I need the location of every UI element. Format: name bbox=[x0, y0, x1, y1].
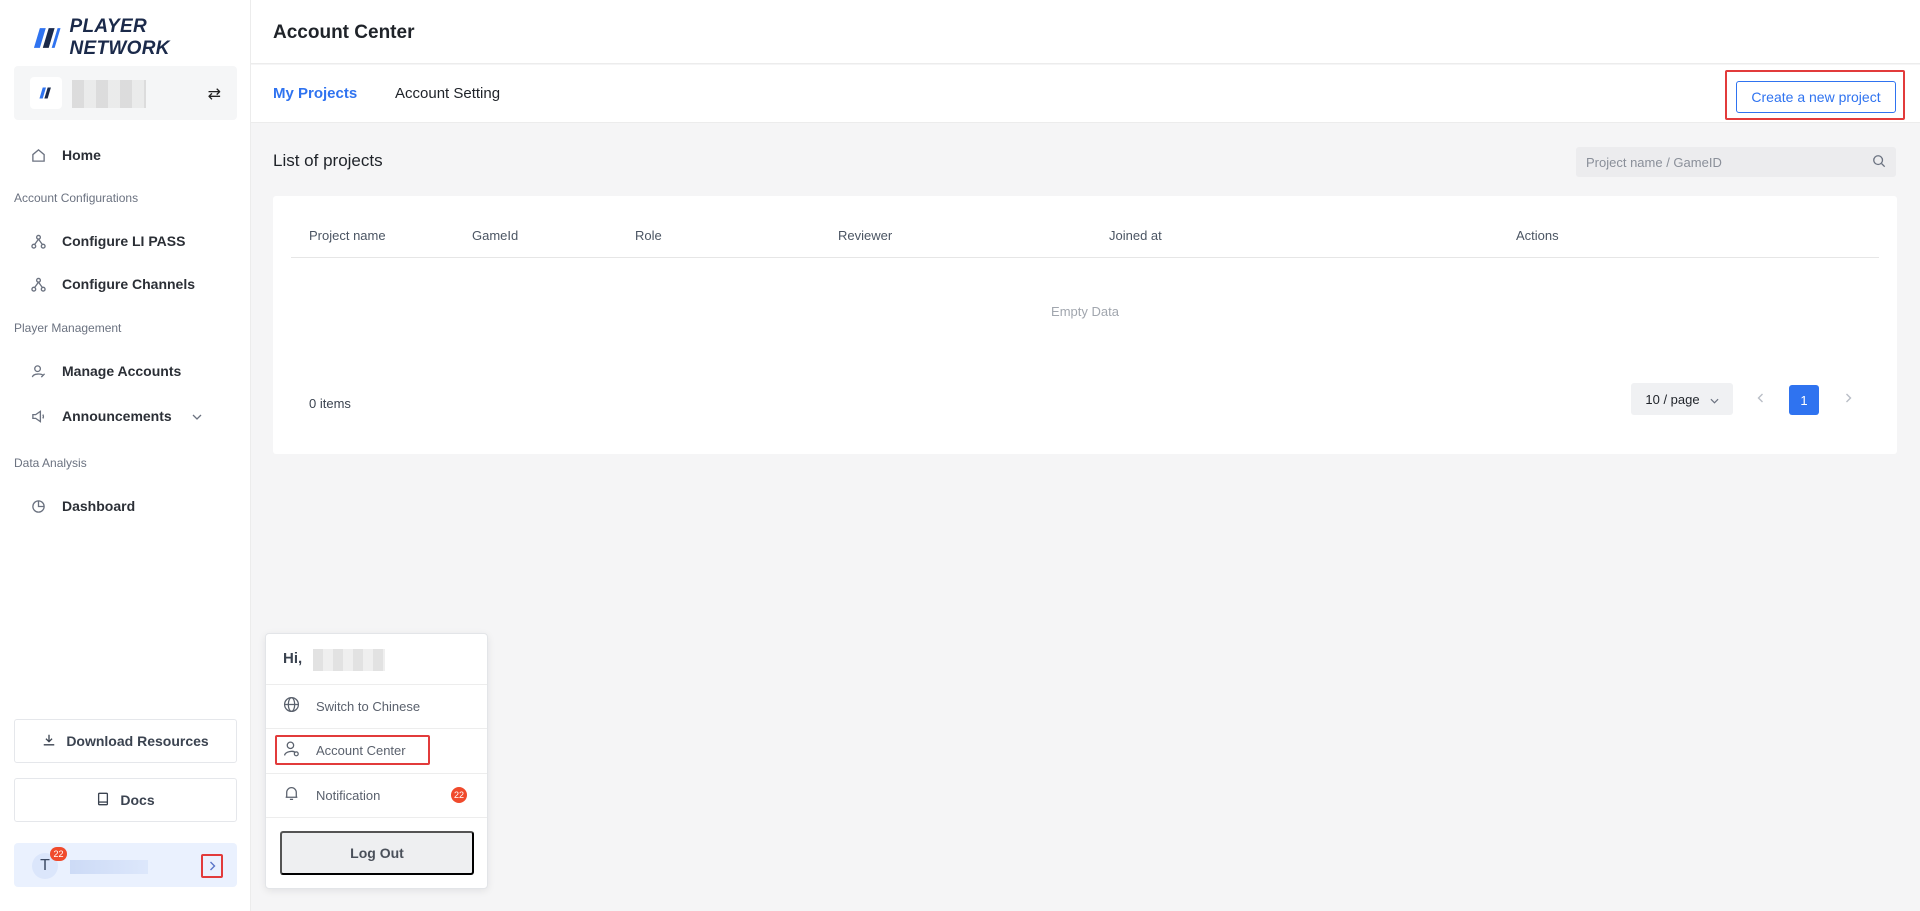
user-settings-icon bbox=[283, 740, 300, 760]
sidebar-item-configure-channels[interactable]: Configure Channels bbox=[30, 276, 195, 292]
brand-name: PLAYER NETWORK bbox=[69, 16, 170, 59]
user-edit-icon bbox=[30, 363, 46, 379]
column-header: GameId bbox=[472, 228, 519, 243]
page-header: Account Center bbox=[251, 0, 1920, 64]
speaker-icon bbox=[30, 408, 46, 424]
sidebar-item-label: Home bbox=[62, 147, 101, 163]
list-title: List of projects bbox=[273, 151, 383, 170]
log-out-button[interactable]: Log Out bbox=[280, 831, 474, 875]
user-name-masked bbox=[313, 649, 385, 671]
divider bbox=[266, 773, 487, 774]
notification-badge: 22 bbox=[451, 787, 467, 803]
user-menu-popup: Hi, Switch to Chinese Account Center Not… bbox=[265, 633, 488, 889]
sidebar-item-label: Announcements bbox=[62, 408, 172, 424]
sidebar-item-home[interactable]: Home bbox=[30, 147, 101, 163]
chevron-down-icon bbox=[192, 409, 202, 423]
prev-page-icon[interactable] bbox=[1757, 391, 1764, 406]
project-search[interactable] bbox=[1576, 147, 1896, 177]
create-new-project-button[interactable]: Create a new project bbox=[1736, 81, 1896, 113]
empty-state: Empty Data bbox=[1051, 304, 1119, 319]
player-network-logo-icon bbox=[33, 28, 61, 48]
divider bbox=[266, 728, 487, 729]
tabs-bar: My Projects Account Setting Create a new… bbox=[251, 65, 1920, 123]
book-icon bbox=[96, 792, 110, 809]
chevron-down-icon bbox=[1710, 392, 1719, 407]
sidebar-section-player-management: Player Management bbox=[14, 321, 122, 335]
divider bbox=[266, 684, 487, 685]
account-switcher[interactable]: ⇄ bbox=[14, 66, 237, 120]
column-header: Joined at bbox=[1109, 228, 1162, 243]
chevron-right-icon[interactable] bbox=[201, 854, 223, 878]
sidebar-item-announcements[interactable]: Announcements bbox=[30, 408, 222, 424]
sidebar-item-dashboard[interactable]: Dashboard bbox=[30, 498, 135, 514]
column-header: Reviewer bbox=[838, 228, 893, 243]
tab-my-projects[interactable]: My Projects bbox=[273, 85, 357, 102]
table-header: Project name GameId Role Reviewer Joined… bbox=[291, 196, 1879, 258]
search-input[interactable] bbox=[1576, 147, 1856, 177]
download-resources-button[interactable]: Download Resources bbox=[14, 719, 237, 763]
sidebar: PLAYER NETWORK ⇄ Home Account Configurat… bbox=[0, 0, 251, 911]
switch-language-label: Switch to Chinese bbox=[316, 698, 421, 714]
sidebar-item-label: Configure LI PASS bbox=[62, 233, 186, 249]
user-menu-trigger[interactable]: T 22 bbox=[14, 843, 237, 887]
account-logo-icon bbox=[30, 77, 62, 109]
sidebar-item-manage-accounts[interactable]: Manage Accounts bbox=[30, 363, 181, 379]
greeting: Hi, bbox=[283, 650, 303, 667]
account-name-masked bbox=[72, 80, 146, 108]
home-icon bbox=[30, 147, 46, 163]
notification-item[interactable]: Notification bbox=[283, 785, 380, 805]
column-header: Role bbox=[635, 228, 662, 243]
sidebar-item-configure-li-pass[interactable]: Configure LI PASS bbox=[30, 233, 185, 249]
bell-icon bbox=[283, 785, 300, 805]
nodes-icon bbox=[30, 233, 46, 249]
items-count: 0 items bbox=[309, 396, 351, 411]
download-resources-label: Download Resources bbox=[66, 733, 209, 749]
column-header: Project name bbox=[309, 228, 386, 243]
page-size-value: 10 / page bbox=[1645, 391, 1700, 407]
page-number-current[interactable]: 1 bbox=[1789, 385, 1819, 415]
sidebar-section-data-analysis: Data Analysis bbox=[14, 456, 87, 470]
divider bbox=[266, 817, 487, 818]
switch-language-item[interactable]: Switch to Chinese bbox=[283, 696, 420, 716]
projects-table: Project name GameId Role Reviewer Joined… bbox=[273, 196, 1897, 454]
column-header: Actions bbox=[1516, 228, 1559, 243]
account-center-label: Account Center bbox=[316, 742, 406, 758]
next-page-icon[interactable] bbox=[1845, 391, 1852, 406]
sidebar-item-label: Manage Accounts bbox=[62, 363, 182, 379]
docs-label: Docs bbox=[120, 792, 155, 808]
nodes-icon bbox=[30, 276, 46, 292]
notification-label: Notification bbox=[316, 787, 381, 803]
search-icon[interactable] bbox=[1872, 154, 1886, 173]
swap-icon[interactable]: ⇄ bbox=[208, 84, 221, 104]
sidebar-item-label: Dashboard bbox=[62, 498, 136, 514]
create-project-highlight: Create a new project bbox=[1725, 70, 1905, 120]
user-name-masked bbox=[70, 860, 148, 874]
globe-icon bbox=[283, 696, 300, 716]
brand-logo[interactable]: PLAYER NETWORK bbox=[30, 16, 250, 60]
tab-account-setting[interactable]: Account Setting bbox=[395, 85, 500, 102]
page-size-select[interactable]: 10 / page bbox=[1631, 383, 1733, 415]
page-title: Account Center bbox=[273, 22, 415, 43]
sidebar-item-label: Configure Channels bbox=[62, 276, 196, 292]
docs-button[interactable]: Docs bbox=[14, 778, 237, 822]
notification-count-badge: 22 bbox=[50, 847, 67, 861]
sidebar-section-account-configurations: Account Configurations bbox=[14, 191, 139, 205]
account-center-item[interactable]: Account Center bbox=[283, 740, 406, 760]
pie-chart-icon bbox=[30, 498, 46, 514]
download-icon bbox=[42, 733, 56, 750]
